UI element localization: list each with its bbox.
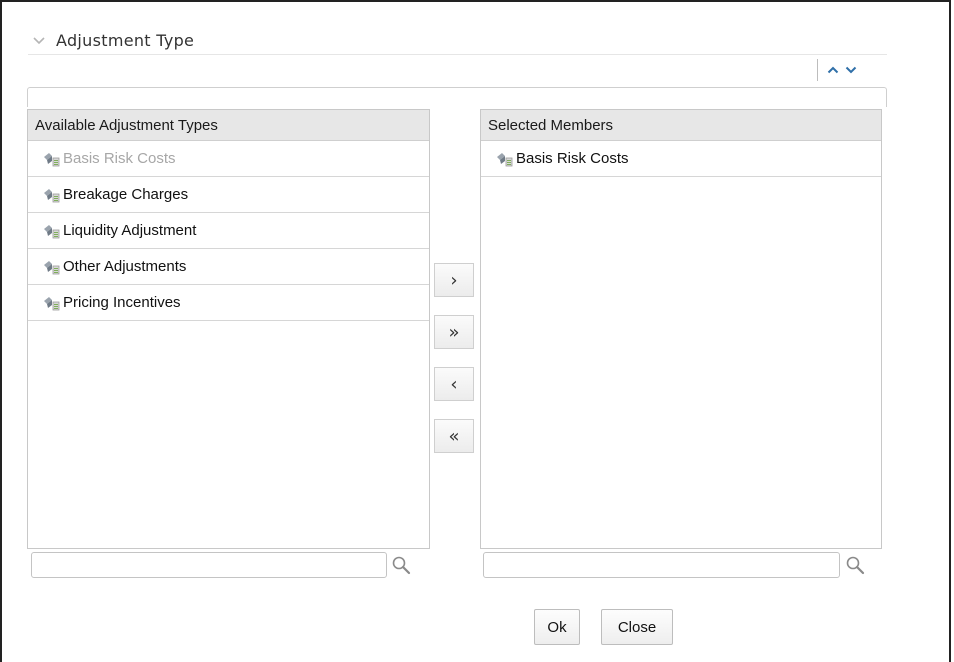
available-list-item[interactable]: Basis Risk Costs xyxy=(28,141,429,177)
chevron-down-icon[interactable] xyxy=(32,33,46,47)
hierarchy-member-icon xyxy=(44,152,60,166)
magnifier-icon[interactable] xyxy=(844,554,866,576)
selected-list: Basis Risk Costs xyxy=(481,141,881,177)
available-list-header: Available Adjustment Types xyxy=(28,110,429,141)
shuttle-toolbar xyxy=(27,87,887,107)
selected-search-input[interactable] xyxy=(483,552,840,578)
hierarchy-member-icon xyxy=(44,296,60,310)
available-list-item-label: Liquidity Adjustment xyxy=(63,222,197,239)
magnifier-icon[interactable] xyxy=(390,554,412,576)
section-title: Adjustment Type xyxy=(56,30,195,50)
ok-button[interactable]: Ok xyxy=(534,609,580,645)
selected-list-item[interactable]: Basis Risk Costs xyxy=(481,141,881,177)
selected-list-panel: Selected Members Basis Risk Costs xyxy=(480,109,882,549)
header-divider xyxy=(28,54,887,55)
selected-list-header: Selected Members xyxy=(481,110,881,141)
hierarchy-member-icon xyxy=(44,260,60,274)
available-list-item[interactable]: Pricing Incentives xyxy=(28,285,429,321)
hierarchy-member-icon xyxy=(44,188,60,202)
chevron-up-icon[interactable] xyxy=(827,65,839,75)
hierarchy-member-icon xyxy=(44,224,60,238)
available-list-panel: Available Adjustment Types Basis Risk Co… xyxy=(27,109,430,549)
available-list-item-label: Breakage Charges xyxy=(63,186,189,203)
available-search-input[interactable] xyxy=(31,552,387,578)
available-list-item-label: Basis Risk Costs xyxy=(63,150,176,167)
move-all-button[interactable]: » xyxy=(434,315,474,349)
remove-selected-button[interactable]: ‹ xyxy=(434,367,474,401)
section-header[interactable]: Adjustment Type xyxy=(32,28,194,52)
chevron-down-icon[interactable] xyxy=(845,65,857,75)
sort-controls xyxy=(817,59,866,81)
available-list: Basis Risk Costs Breakage Charges Liquidit… xyxy=(28,141,429,321)
available-list-item[interactable]: Other Adjustments xyxy=(28,249,429,285)
selected-list-item-label: Basis Risk Costs xyxy=(516,150,629,167)
available-list-item[interactable]: Liquidity Adjustment xyxy=(28,213,429,249)
remove-all-button[interactable]: « xyxy=(434,419,474,453)
close-button[interactable]: Close xyxy=(601,609,673,645)
hierarchy-member-icon xyxy=(497,152,513,166)
adjustment-type-dialog: Adjustment Type Available Adjustment Typ… xyxy=(0,0,951,662)
available-list-item-label: Other Adjustments xyxy=(63,258,187,275)
available-list-item[interactable]: Breakage Charges xyxy=(28,177,429,213)
move-selected-button[interactable]: › xyxy=(434,263,474,297)
available-list-item-label: Pricing Incentives xyxy=(63,294,181,311)
